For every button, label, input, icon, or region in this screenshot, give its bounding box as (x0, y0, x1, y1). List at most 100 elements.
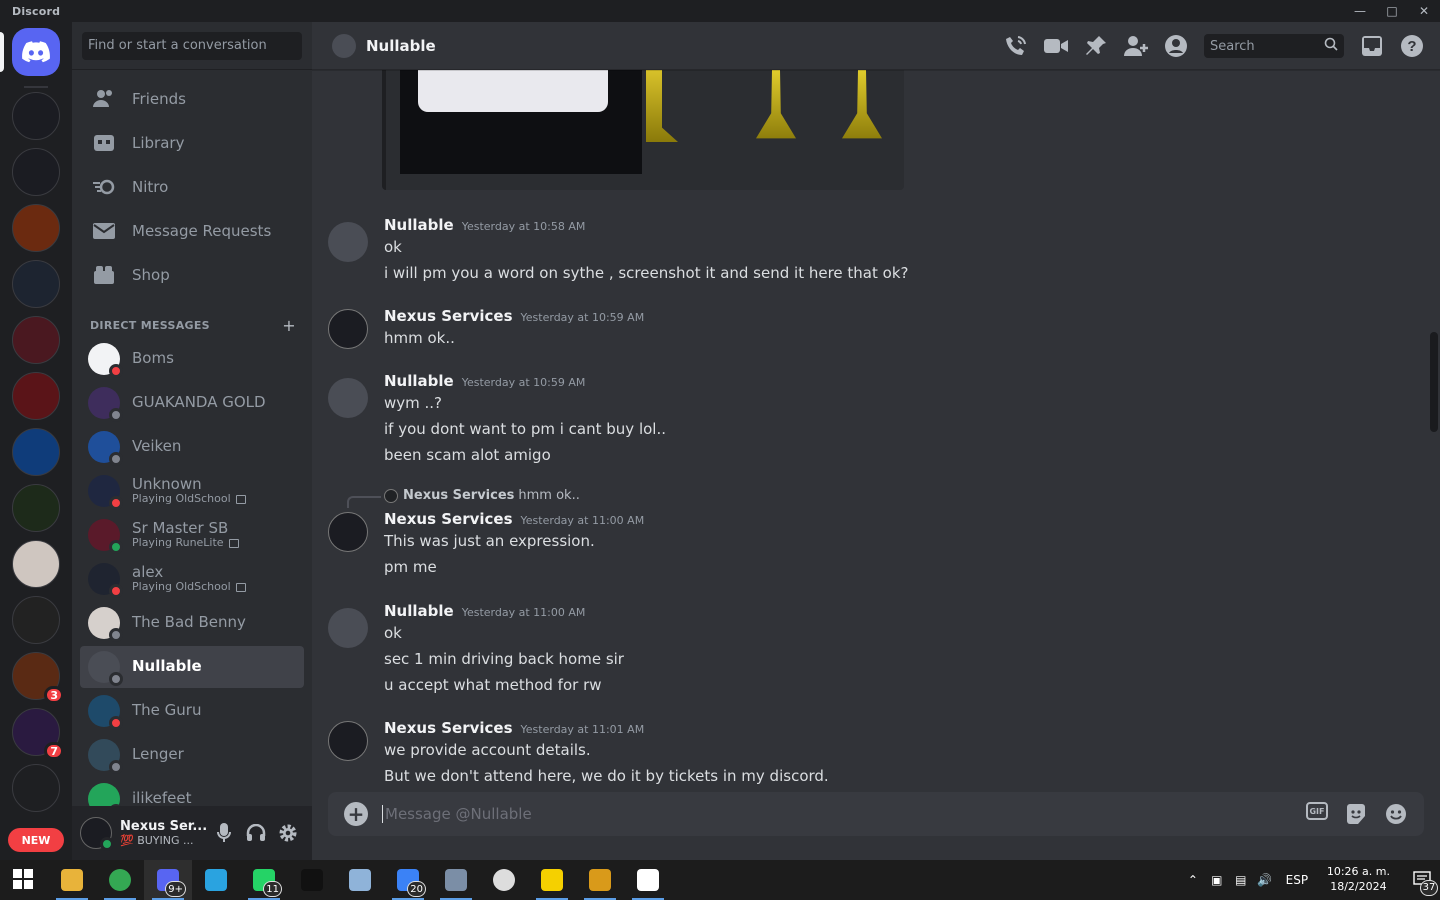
server-icon[interactable] (12, 596, 60, 644)
dm-item[interactable]: Unknown Playing OldSchool (80, 470, 304, 512)
create-dm-button[interactable]: + (282, 316, 296, 335)
recipient-name[interactable]: Nullable (366, 37, 436, 55)
whatsapp-taskbar-icon[interactable]: 11 (240, 860, 288, 900)
dm-item[interactable]: Boms (80, 338, 304, 380)
shield-app-taskbar-icon[interactable] (576, 860, 624, 900)
find-conversation-button[interactable]: Find or start a conversation (82, 31, 302, 60)
add-friend-to-dm-icon[interactable] (1124, 34, 1148, 58)
nav-shop-label: Shop (132, 266, 170, 284)
gif-button[interactable]: GIF (1306, 802, 1328, 820)
server-icon[interactable] (12, 428, 60, 476)
server-icon[interactable] (12, 92, 60, 140)
sticky-notes-taskbar-icon[interactable] (528, 860, 576, 900)
server-icon[interactable] (12, 484, 60, 532)
user-profile-icon[interactable] (1164, 34, 1188, 58)
dm-item[interactable]: alex Playing OldSchool (80, 558, 304, 600)
dm-item[interactable]: Lenger (80, 734, 304, 776)
home-button[interactable] (0, 28, 60, 76)
add-attachment-button[interactable]: + (344, 802, 368, 826)
telegram-taskbar-icon[interactable] (192, 860, 240, 900)
server-avatar (12, 764, 60, 812)
dm-item[interactable]: Veiken (80, 426, 304, 468)
server-icon[interactable] (12, 540, 60, 588)
dm-name: The Guru (132, 701, 202, 720)
microphone-icon[interactable] (208, 817, 240, 849)
nav-nitro[interactable]: Nitro (80, 166, 304, 208)
nav-library[interactable]: Library (80, 122, 304, 164)
volume-icon[interactable]: 🔊 (1253, 873, 1277, 887)
sticky-notes-icon (541, 869, 563, 891)
avatar[interactable] (328, 512, 368, 552)
avatar[interactable] (328, 309, 368, 349)
server-icon[interactable]: 7 (12, 708, 64, 760)
todo-taskbar-icon[interactable]: 20 (384, 860, 432, 900)
avatar[interactable] (328, 222, 368, 262)
sticker-icon[interactable] (1344, 802, 1368, 826)
server-icon[interactable]: 3 (12, 652, 64, 704)
printer-taskbar-icon[interactable] (432, 860, 480, 900)
server-icon[interactable] (12, 372, 60, 420)
nav-friends[interactable]: Friends (80, 78, 304, 120)
headphones-icon[interactable] (240, 817, 272, 849)
clock[interactable]: 10:26 a. m. 18/2/2024 (1327, 865, 1390, 895)
minimize-button[interactable]: — (1344, 0, 1376, 22)
dm-item[interactable]: The Bad Benny (80, 602, 304, 644)
notification-center-button[interactable]: 37 (1404, 870, 1440, 896)
message-timestamp: Yesterday at 11:00 AM (520, 514, 645, 527)
message-author[interactable]: Nexus Services (384, 719, 513, 737)
recipient-avatar (332, 33, 356, 58)
dm-item[interactable]: Sr Master SB Playing RuneLite (80, 514, 304, 556)
message-author[interactable]: Nexus Services (384, 307, 513, 325)
file-explorer-taskbar-icon[interactable] (48, 860, 96, 900)
network-icon[interactable]: ▤ (1229, 873, 1253, 887)
nav-message-requests[interactable]: Message Requests (80, 210, 304, 252)
avatar (88, 387, 123, 422)
meet-now-icon[interactable]: ▣ (1205, 873, 1229, 887)
emoji-icon[interactable] (1384, 802, 1408, 826)
new-badge[interactable]: NEW (8, 828, 64, 852)
avatar[interactable] (328, 608, 368, 648)
server-rail: 3 7 NEW (0, 22, 72, 860)
dm-item[interactable]: The Guru (80, 690, 304, 732)
message-author[interactable]: Nullable (384, 216, 454, 234)
reply-preview[interactable]: Nexus Services hmm ok.. (384, 488, 580, 503)
status-dnd-icon (109, 716, 123, 730)
voice-call-icon[interactable] (1004, 34, 1028, 58)
language-indicator[interactable]: ESP (1277, 873, 1317, 887)
maximize-button[interactable]: □ (1376, 0, 1408, 22)
avatar[interactable] (80, 817, 114, 851)
message-author[interactable]: Nullable (384, 602, 454, 620)
dev-app-taskbar-icon[interactable] (624, 860, 672, 900)
pin-icon[interactable] (1084, 34, 1108, 58)
dm-item[interactable]: Nullable (80, 646, 304, 688)
clock-app-taskbar-icon[interactable] (480, 860, 528, 900)
start-taskbar-icon[interactable] (0, 860, 48, 900)
calculator-taskbar-icon[interactable] (336, 860, 384, 900)
inbox-icon[interactable] (1360, 34, 1384, 58)
server-icon[interactable] (12, 260, 60, 308)
settings-gear-icon[interactable] (272, 817, 304, 849)
server-icon[interactable] (12, 204, 60, 252)
embed-image[interactable] (400, 70, 642, 174)
avatar[interactable] (328, 378, 368, 418)
chat-search-input[interactable]: Search (1204, 34, 1344, 58)
chevron-up-icon[interactable]: ⌃ (1181, 873, 1205, 887)
tiktok-taskbar-icon[interactable] (288, 860, 336, 900)
discord-taskbar-icon[interactable]: 9+ (144, 860, 192, 900)
message-author[interactable]: Nexus Services (384, 510, 513, 528)
avatar[interactable] (328, 721, 368, 761)
chrome-taskbar-icon[interactable] (96, 860, 144, 900)
server-icon[interactable] (12, 148, 60, 196)
scrollbar[interactable] (1430, 332, 1438, 432)
help-icon[interactable]: ? (1400, 34, 1424, 58)
message-input[interactable] (382, 805, 1290, 823)
image-embed (382, 70, 904, 190)
close-button[interactable]: ✕ (1408, 0, 1440, 22)
server-icon[interactable] (12, 764, 60, 812)
message-author[interactable]: Nullable (384, 372, 454, 390)
nav-shop[interactable]: Shop (80, 254, 304, 296)
dm-item[interactable]: GUAKANDA GOLD (80, 382, 304, 424)
avatar (88, 695, 123, 730)
video-call-icon[interactable] (1044, 34, 1068, 58)
server-icon[interactable] (12, 316, 60, 364)
